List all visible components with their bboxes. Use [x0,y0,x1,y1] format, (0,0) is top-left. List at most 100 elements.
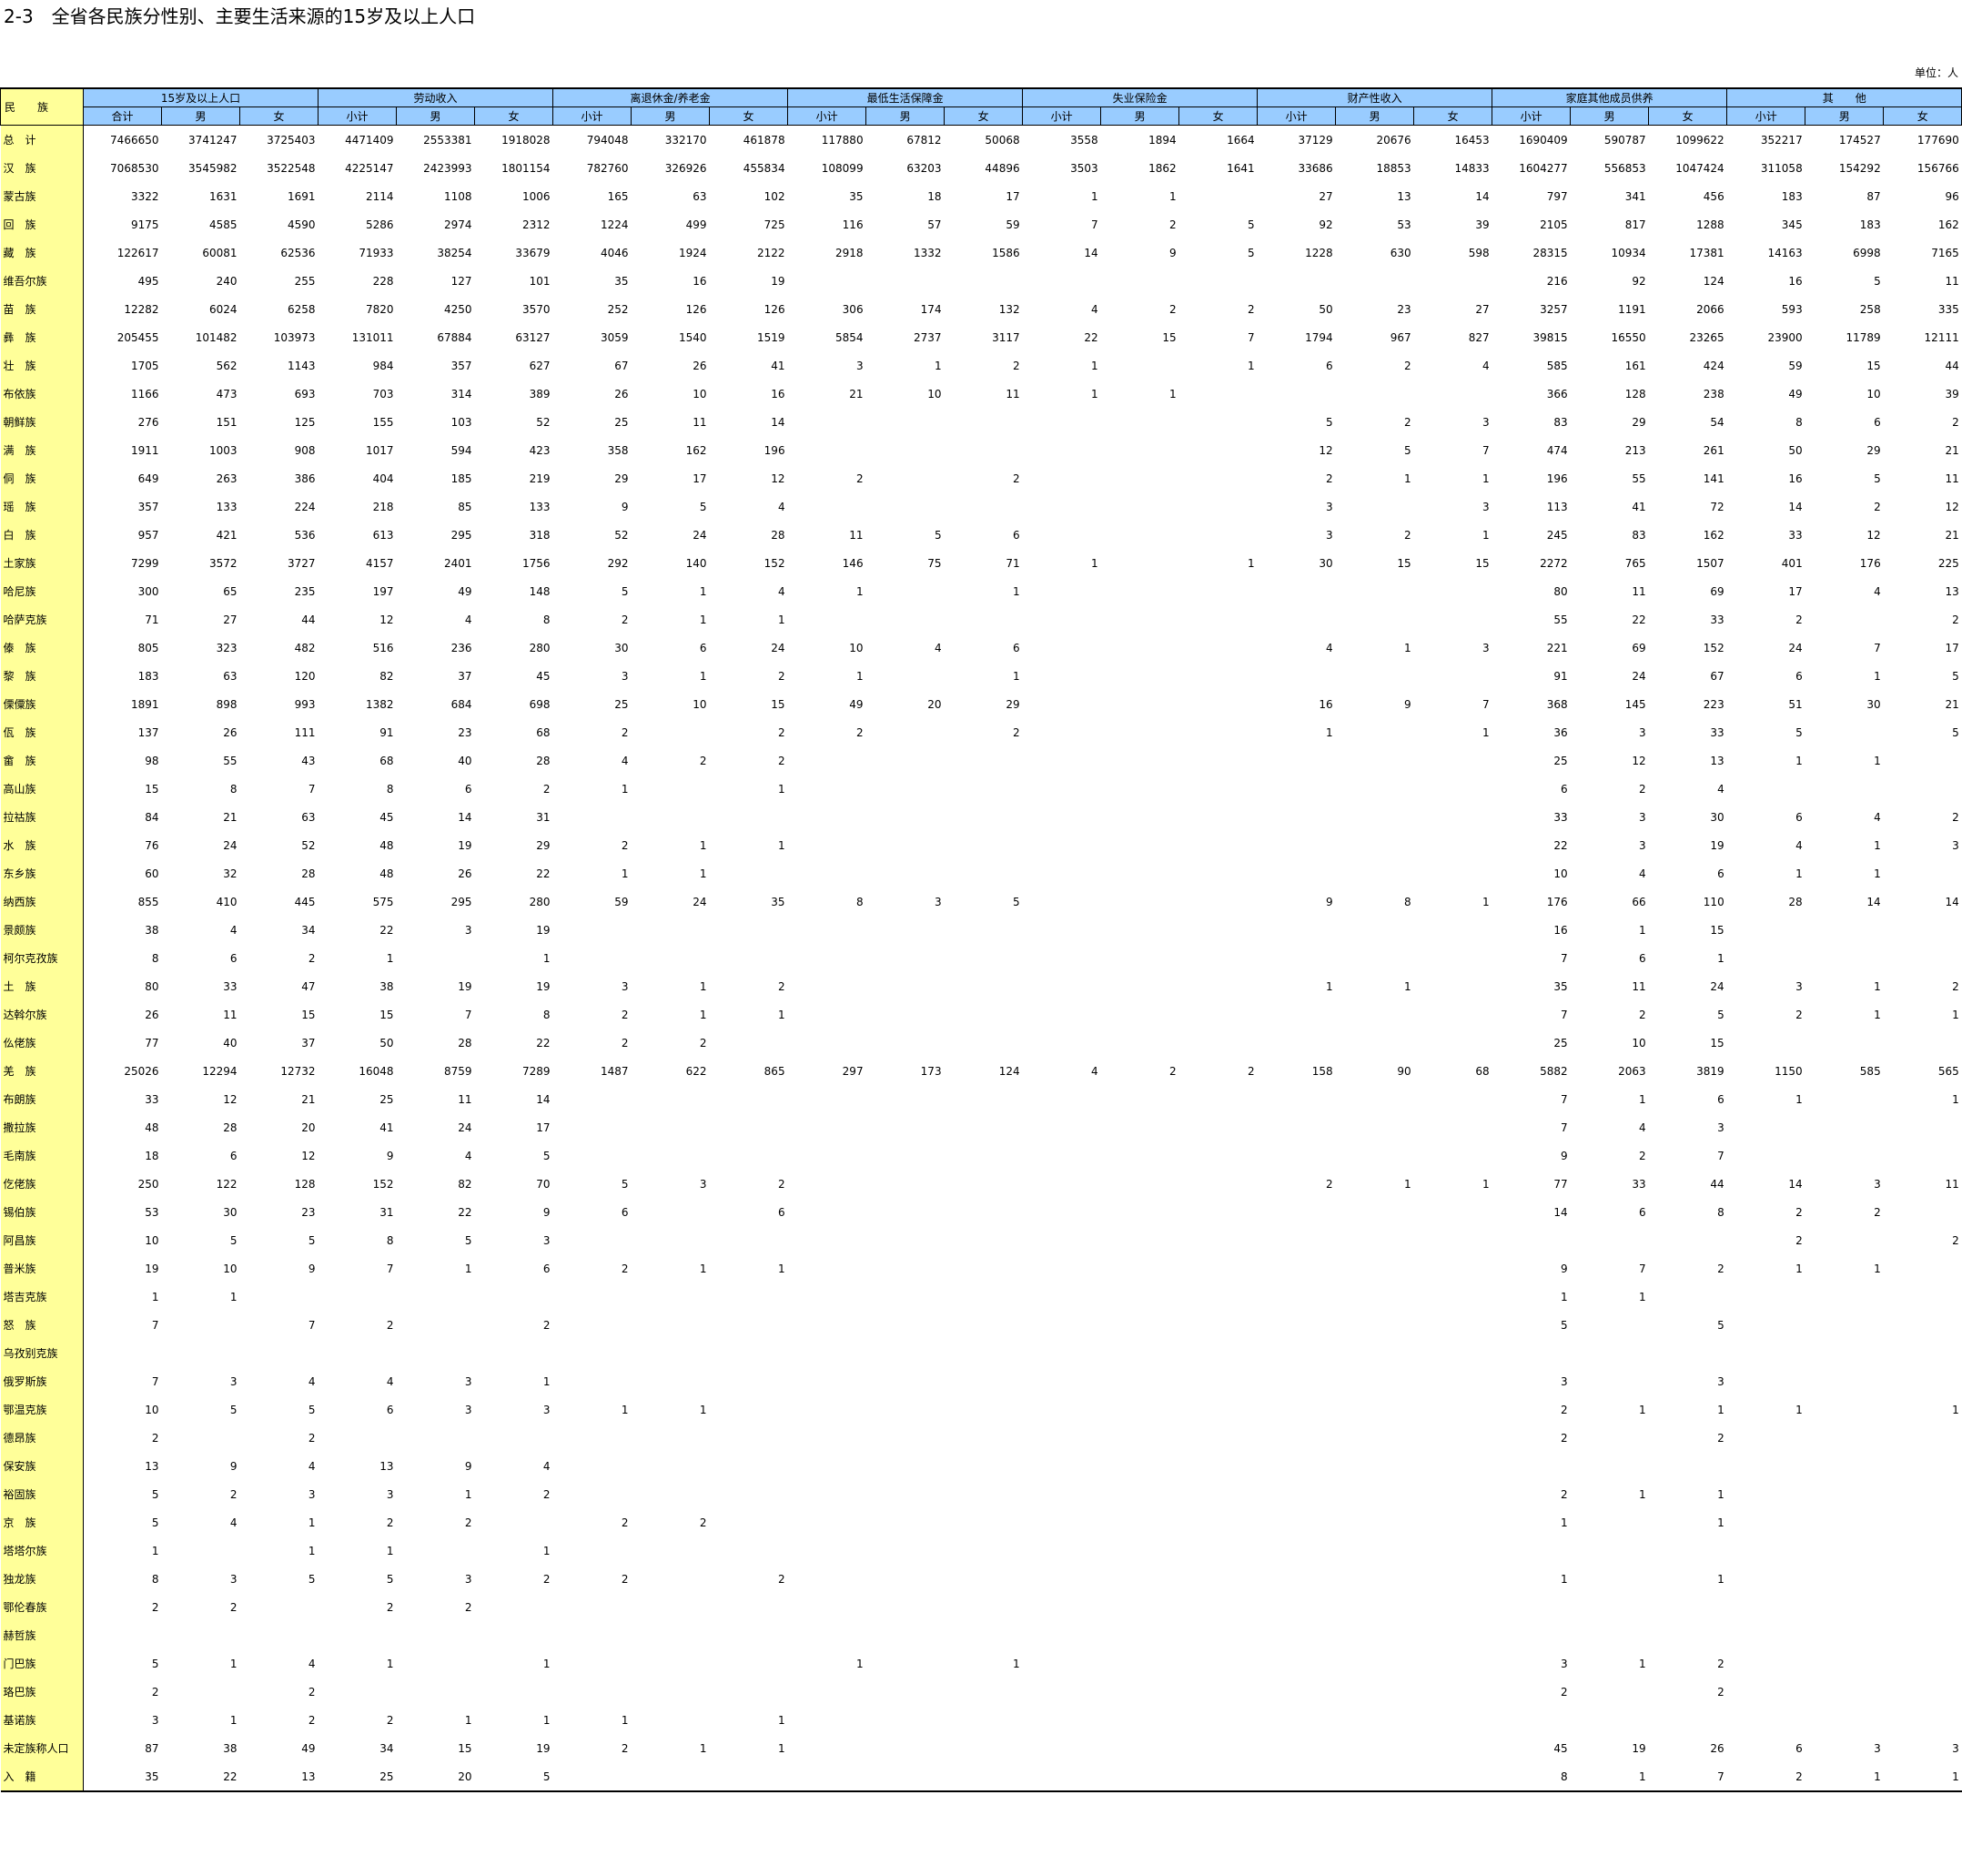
table-cell: 173 [920,1064,942,1078]
table-cell: 41 [1632,500,1646,513]
table-cell: 2 [386,1318,394,1332]
population-table: 民 族 15岁及以上人口 劳动收入 离退休金/养老金 最低生活保障金 失业保险金 财产性收… [0,87,1962,1792]
table-cell: 18 [927,189,942,203]
table-cell: 1 [699,1008,707,1021]
table-cell: 536 [294,528,316,542]
table-cell [1101,1339,1179,1367]
table-cell: 22 [1553,838,1568,852]
table-cell [710,803,788,831]
table-cell: 3 [464,1374,472,1388]
table-cell: 2 [699,754,707,767]
table-cell: 13 [1945,584,1959,598]
table-cell [1414,605,1492,634]
ethnicity-label: 赫哲族 [0,1621,84,1649]
table-cell [1101,351,1179,380]
table-cell: 48 [145,1121,159,1134]
table-cell [1649,1283,1727,1311]
table-cell [1727,1141,1805,1170]
table-cell: 1 [464,1262,472,1275]
table-cell: 24 [223,838,238,852]
table-cell [632,1480,710,1508]
table-cell [1571,1593,1649,1621]
table-cell [1492,1452,1571,1480]
table-cell: 3 [1561,1657,1568,1670]
table-cell: 41 [379,1121,394,1134]
ethnicity-label: 壮 族 [0,351,84,380]
table-cell [1258,944,1336,972]
table-cell: 22 [536,1036,551,1050]
ethnicity-label: 仡佬族 [0,1170,84,1198]
table-row: 瑶 族 357 133 224 218 85 133 9 5 4 3 3 113 41 72 14 2 12 [0,492,1962,521]
table-cell: 28 [458,1036,472,1050]
table-cell [1023,492,1101,521]
table-cell [866,1508,945,1536]
table-cell [1101,746,1179,775]
table-cell [1884,1678,1962,1706]
table-cell: 1 [1795,867,1803,880]
table-cell: 92 [1319,218,1333,231]
table-cell [866,605,945,634]
table-cell: 176 [1859,556,1881,570]
table-cell [866,1339,945,1367]
table-cell: 43 [301,754,316,767]
table-cell: 14 [536,1092,551,1106]
table-cell [788,1508,866,1536]
table-cell [710,1678,788,1706]
table-cell: 21 [223,810,238,824]
table-row: 京 族541222211 [0,1508,1962,1536]
table-cell: 3059 [601,330,629,344]
table-cell [945,1198,1023,1226]
table-cell: 2 [229,1487,238,1501]
table-cell: 185 [450,472,472,485]
table-cell [866,746,945,775]
table-cell: 1631 [208,189,238,203]
table-cell: 8 [1717,1205,1724,1219]
table-cell: 13 [379,1459,394,1473]
table-cell: 698 [529,697,551,711]
table-cell: 6 [542,1262,551,1275]
table-cell [1101,577,1179,605]
table-cell: 6024 [208,302,238,316]
table-cell [319,1283,397,1311]
table-cell [787,1762,866,1792]
table-cell [1179,182,1258,210]
table-cell [788,746,866,775]
table-cell [710,944,788,972]
table-cell: 49 [458,584,472,598]
table-cell [1492,1706,1571,1734]
table-cell: 39815 [1532,330,1568,344]
table-cell: 1507 [1696,556,1724,570]
header-sub: 男 [1100,106,1180,126]
table-cell: 3727 [287,556,316,570]
table-cell: 1 [1874,669,1881,683]
table-cell [945,1536,1023,1565]
table-cell: 35 [614,274,629,288]
header-sub: 男 [865,106,946,126]
table-cell [945,267,1023,295]
table-cell [1101,436,1179,464]
table-cell [1023,1113,1101,1141]
table-cell: 250 [137,1177,159,1191]
table-cell [1258,1254,1336,1283]
table-cell: 218 [372,500,394,513]
table-cell: 96 [1945,189,1959,203]
table-cell [1179,1367,1258,1395]
table-cell [553,1593,632,1621]
table-cell [632,1198,710,1226]
table-cell [1101,803,1179,831]
table-cell: 5 [1952,725,1959,739]
table-row: 汉 族 7068530 3545982 3522548 4225147 2423993 18… [0,154,1962,182]
table-cell: 8 [1404,895,1411,908]
table-cell: 5 [1874,274,1881,288]
table-cell: 1 [1482,725,1490,739]
header-sub: 男 [1335,106,1415,126]
table-cell: 25 [1553,754,1568,767]
table-cell [1023,887,1101,916]
table-cell [710,1283,788,1311]
table-cell [788,803,866,831]
table-cell [1414,1254,1492,1283]
ethnicity-label: 苗 族 [0,295,84,323]
table-cell [632,1565,710,1593]
table-cell: 255 [294,274,316,288]
table-cell: 1191 [1618,302,1646,316]
